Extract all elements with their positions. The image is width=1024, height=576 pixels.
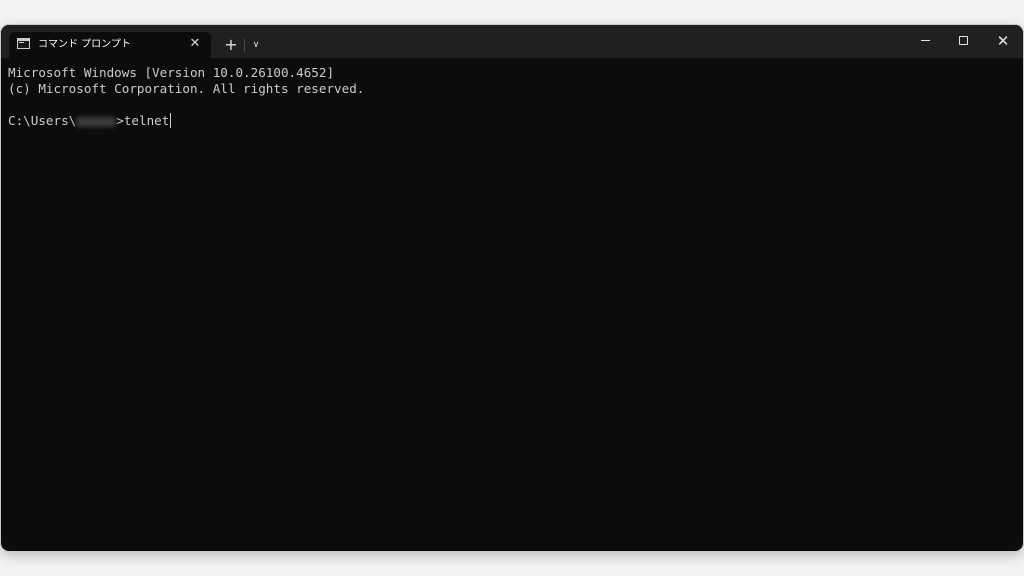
redacted-username <box>76 116 117 127</box>
terminal-window: コマンド プロンプト ✕ + ∨ ✕ Microsoft Windows [Ve… <box>1 25 1023 551</box>
console-line: (c) Microsoft Corporation. All rights re… <box>8 81 365 96</box>
tab-divider <box>244 39 245 52</box>
command-text: telnet <box>123 113 170 128</box>
plus-icon[interactable]: + <box>221 35 241 55</box>
tab-title: コマンド プロンプト <box>38 39 131 50</box>
maximize-button[interactable] <box>945 29 983 53</box>
console-output[interactable]: Microsoft Windows [Version 10.0.26100.46… <box>8 65 1016 129</box>
title-bar[interactable]: コマンド プロンプト ✕ + ∨ ✕ <box>1 25 1023 58</box>
minimize-button[interactable] <box>906 29 944 53</box>
tab-close-icon[interactable]: ✕ <box>186 35 204 53</box>
prompt-line: C:\Users\ >telnet <box>8 113 1016 129</box>
command-prompt-icon <box>17 38 30 49</box>
maximize-icon <box>959 36 968 45</box>
close-button[interactable]: ✕ <box>984 29 1022 53</box>
prompt-suffix: > <box>116 113 124 128</box>
minimize-icon <box>921 40 930 41</box>
prompt-prefix: C:\Users\ <box>8 113 77 128</box>
text-cursor <box>170 113 172 128</box>
close-icon: ✕ <box>996 32 1010 50</box>
tab-command-prompt[interactable]: コマンド プロンプト ✕ <box>9 32 211 58</box>
console-line: Microsoft Windows [Version 10.0.26100.46… <box>8 65 335 80</box>
chevron-down-icon[interactable]: ∨ <box>247 35 265 55</box>
